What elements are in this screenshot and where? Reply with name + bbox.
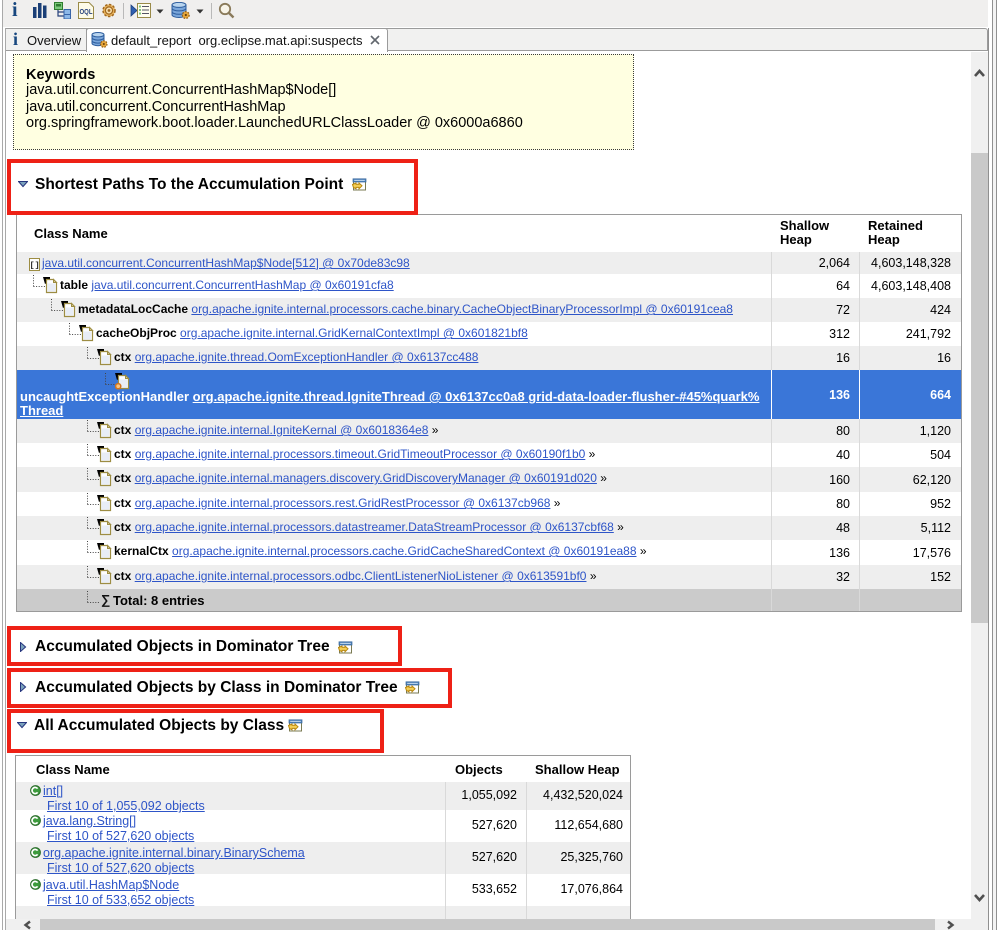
svg-text:OQL: OQL — [80, 9, 94, 16]
svg-text:[]: [] — [29, 260, 39, 270]
